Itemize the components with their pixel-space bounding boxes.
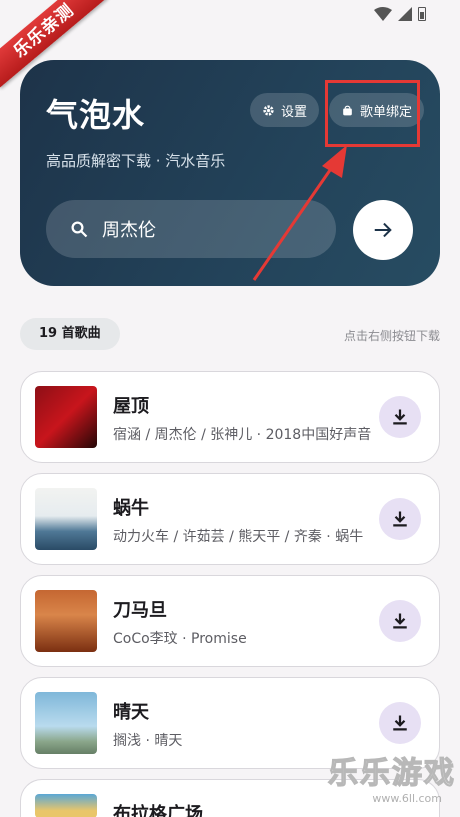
song-title: 晴天 xyxy=(113,702,149,723)
signal-icon xyxy=(398,7,412,21)
download-icon xyxy=(393,409,407,425)
search-go-button[interactable] xyxy=(353,200,413,260)
download-button[interactable] xyxy=(379,600,421,642)
album-cover xyxy=(35,590,97,652)
album-cover xyxy=(35,692,97,754)
download-button[interactable] xyxy=(379,396,421,438)
song-item[interactable]: 蜗牛 动力火车 / 许茹芸 / 熊天平 / 齐秦 · 蜗牛 xyxy=(20,473,440,565)
download-icon xyxy=(393,511,407,527)
song-item[interactable]: 屋顶 宿涵 / 周杰伦 / 张神儿 · 2018中国好声音 xyxy=(20,371,440,463)
settings-label: 设置 xyxy=(281,104,308,120)
song-title: 布拉格广场 xyxy=(113,804,203,817)
download-button[interactable] xyxy=(379,498,421,540)
search-value: 周杰伦 xyxy=(102,220,156,241)
album-cover xyxy=(35,794,97,817)
song-subtitle: 宿涵 / 周杰伦 / 张神儿 · 2018中国好声音 xyxy=(113,427,372,443)
album-cover xyxy=(35,386,97,448)
app-title: 气泡水 xyxy=(46,96,146,134)
song-item[interactable]: 刀马旦 CoCo李玟 · Promise xyxy=(20,575,440,667)
song-count-badge: 19 首歌曲 xyxy=(20,318,120,350)
search-input[interactable]: 周杰伦 xyxy=(46,200,336,258)
download-button[interactable] xyxy=(379,702,421,744)
battery-icon xyxy=(418,7,426,21)
arrow-right-icon xyxy=(374,222,392,238)
search-icon xyxy=(71,221,88,238)
watermark: 乐乐游戏 www.6ll.com xyxy=(327,748,456,805)
download-hint: 点击右侧按钮下载 xyxy=(343,329,440,343)
watermark-url: www.6ll.com xyxy=(372,792,442,805)
highlight-box xyxy=(325,80,420,147)
song-title: 屋顶 xyxy=(113,396,149,417)
download-icon xyxy=(393,613,407,629)
download-icon xyxy=(393,715,407,731)
song-subtitle: CoCo李玟 · Promise xyxy=(113,631,247,647)
settings-button[interactable]: 设置 xyxy=(250,93,320,127)
app-subtitle: 高品质解密下载 · 汽水音乐 xyxy=(46,152,226,170)
wifi-icon xyxy=(374,7,392,21)
song-title: 蜗牛 xyxy=(113,498,149,519)
gear-icon xyxy=(263,104,274,116)
song-subtitle: 搁浅 · 晴天 xyxy=(113,733,183,749)
album-cover xyxy=(35,488,97,550)
song-subtitle: 动力火车 / 许茹芸 / 熊天平 / 齐秦 · 蜗牛 xyxy=(113,529,364,545)
watermark-brand: 乐乐游戏 xyxy=(327,755,456,791)
header-card: 气泡水 高品质解密下载 · 汽水音乐 设置 歌单绑定 周杰伦 xyxy=(20,60,440,286)
song-title: 刀马旦 xyxy=(113,600,167,621)
